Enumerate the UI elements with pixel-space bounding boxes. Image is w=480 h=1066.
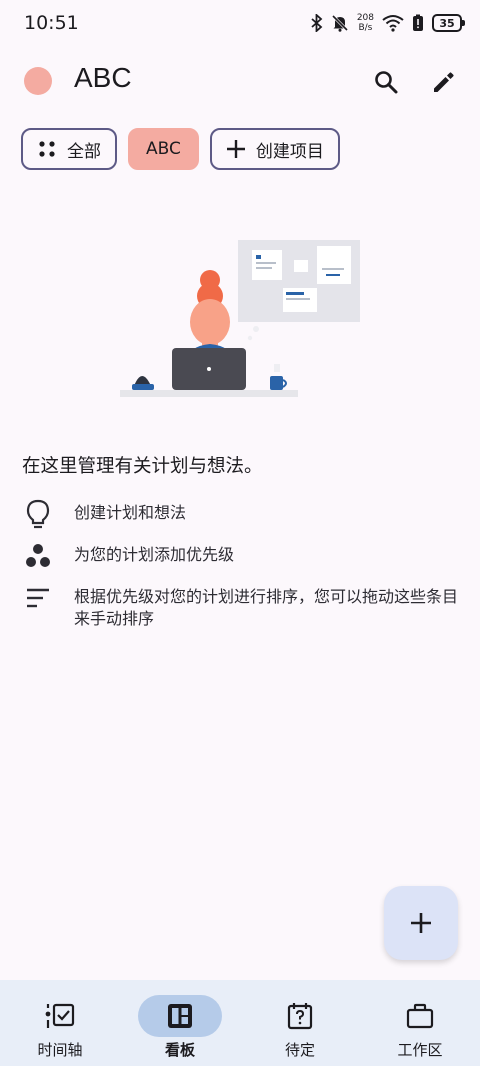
bottom-navigation: 时间轴 看板 待定 工作区 bbox=[0, 980, 480, 1066]
status-time: 10:51 bbox=[24, 12, 79, 34]
timeline-icon bbox=[45, 1003, 75, 1028]
nav-item-pending[interactable]: 待定 bbox=[240, 980, 360, 1066]
nav-label: 待定 bbox=[284, 1041, 315, 1059]
edit-button[interactable] bbox=[424, 62, 464, 102]
chip-project-label: ABC bbox=[146, 139, 181, 159]
search-icon bbox=[375, 71, 398, 94]
mute-icon bbox=[331, 14, 349, 32]
net-speed-value: 208 bbox=[356, 13, 374, 23]
create-project-label: 创建项目 bbox=[255, 141, 324, 162]
add-fab-button[interactable] bbox=[384, 886, 458, 960]
search-button[interactable] bbox=[366, 62, 406, 102]
empty-state-illustration bbox=[118, 238, 363, 400]
page-title: ABC bbox=[74, 62, 132, 93]
nav-pill bbox=[18, 995, 102, 1037]
wifi-icon bbox=[382, 14, 404, 32]
sort-icon bbox=[20, 582, 56, 614]
chip-all-label: 全部 bbox=[67, 141, 101, 162]
net-speed: 208 B/s bbox=[357, 13, 374, 33]
tip-row-create: 创建计划和想法 bbox=[20, 498, 459, 530]
nav-pill bbox=[378, 995, 462, 1037]
workspace-icon bbox=[406, 1003, 434, 1029]
nav-pill bbox=[258, 995, 342, 1037]
project-color-dot bbox=[24, 67, 52, 95]
create-project-button[interactable]: 创建项目 bbox=[209, 128, 340, 170]
plus-icon bbox=[411, 913, 431, 933]
tip-row-sort: 根据优先级对您的计划进行排序，您可以拖动这些条目来手动排序 bbox=[20, 582, 459, 630]
plus-icon bbox=[226, 140, 245, 158]
grid-dots-icon bbox=[39, 141, 55, 157]
nav-label: 看板 bbox=[164, 1041, 195, 1059]
nav-label: 工作区 bbox=[397, 1041, 443, 1059]
nav-item-workspace[interactable]: 工作区 bbox=[360, 980, 480, 1066]
board-icon bbox=[168, 1004, 192, 1028]
nav-item-board[interactable]: 看板 bbox=[120, 980, 240, 1066]
lightbulb-icon bbox=[20, 498, 56, 530]
tip-text: 根据优先级对您的计划进行排序，您可以拖动这些条目来手动排序 bbox=[74, 587, 459, 628]
top-app-bar: ABC bbox=[0, 52, 480, 110]
status-icons: 208 B/s 35 bbox=[311, 13, 465, 33]
bluetooth-icon bbox=[311, 14, 323, 32]
nav-item-timeline[interactable]: 时间轴 bbox=[0, 980, 120, 1066]
status-bar: 10:51 208 B/s 35 bbox=[0, 0, 480, 46]
battery-alert-icon bbox=[412, 14, 424, 32]
tip-row-priority: 为您的计划添加优先级 bbox=[20, 540, 459, 572]
empty-state-headline: 在这里管理有关计划与想法。 bbox=[22, 456, 263, 477]
chip-all[interactable]: 全部 bbox=[21, 128, 117, 170]
project-chips: 全部 ABC 创建项目 bbox=[21, 128, 340, 170]
priority-icon bbox=[20, 540, 56, 572]
tip-text: 为您的计划添加优先级 bbox=[74, 545, 235, 564]
net-speed-unit: B/s bbox=[358, 23, 373, 33]
nav-label: 时间轴 bbox=[37, 1041, 83, 1059]
tip-text: 创建计划和想法 bbox=[74, 503, 187, 522]
pending-icon bbox=[287, 1003, 313, 1030]
chip-project-abc[interactable]: ABC bbox=[128, 128, 199, 170]
nav-pill-active bbox=[138, 995, 222, 1037]
battery-icon: 35 bbox=[432, 14, 465, 32]
edit-icon bbox=[434, 72, 454, 92]
